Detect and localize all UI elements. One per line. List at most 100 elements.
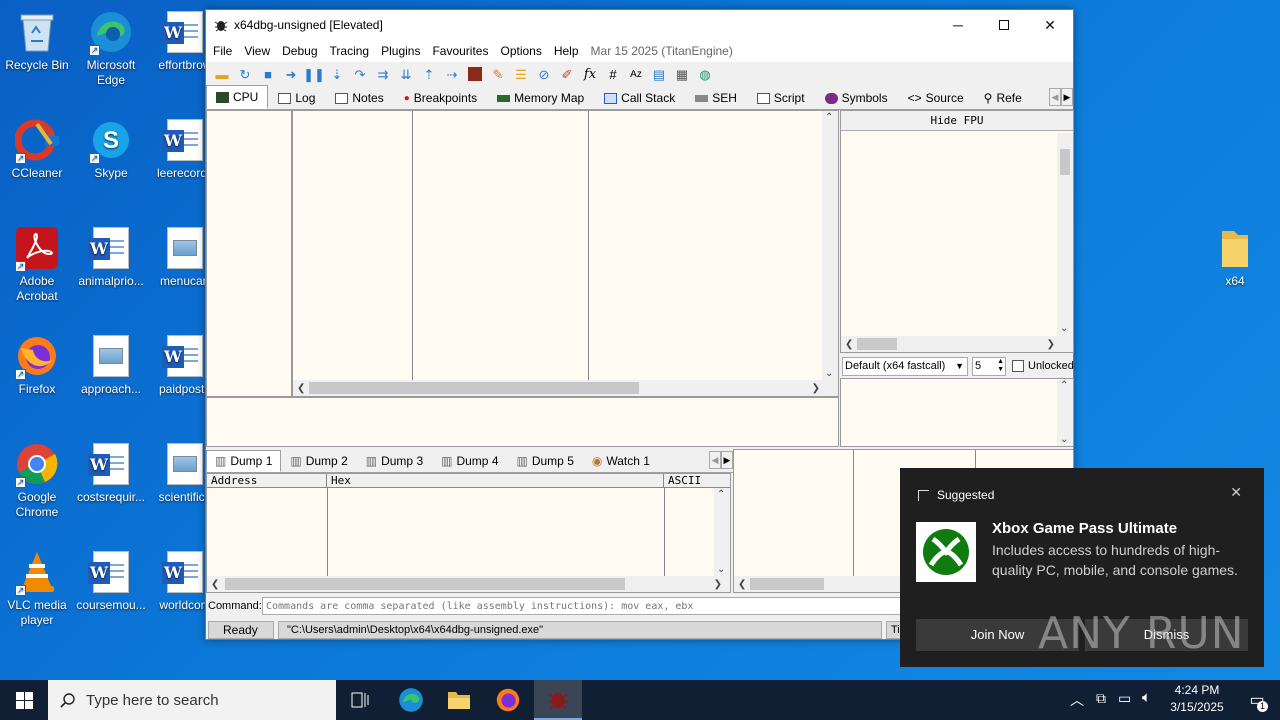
menu-favourites[interactable]: Favourites (428, 44, 496, 58)
taskbar-edge[interactable] (390, 680, 432, 720)
tab-seh[interactable]: SEH (685, 87, 747, 109)
comments-icon[interactable]: ☰ (511, 64, 531, 84)
run-to-user-code-icon[interactable]: ⇢ (442, 64, 462, 84)
minimize-button[interactable]: ─ (935, 10, 981, 40)
desktop-icon-edge[interactable]: ↗ Microsoft Edge (74, 10, 148, 88)
taskbar-search[interactable]: Type here to search (48, 680, 336, 720)
calculator-icon[interactable]: ▦ (672, 64, 692, 84)
action-center-button[interactable]: ▭ 1 (1234, 680, 1280, 720)
title-bar[interactable]: x64dbg-unsigned [Elevated] ─ ✕ (206, 10, 1073, 40)
desktop-icon-approach[interactable]: approach... (74, 334, 148, 397)
hide-fpu-button[interactable]: Hide FPU (841, 111, 1073, 131)
tab-cpu[interactable]: CPU (206, 85, 269, 109)
disasm-hscroll[interactable]: ❮ ❯ (293, 380, 838, 396)
tray-chevron-icon[interactable]: ︿ (1070, 690, 1084, 710)
col-address[interactable]: Address (207, 474, 327, 487)
word-doc-icon: W (88, 227, 129, 269)
taskbar-x64dbg[interactable] (534, 680, 582, 720)
menu-tracing[interactable]: Tracing (326, 44, 378, 58)
tab-dump-2[interactable]: ▥ Dump 2 (281, 450, 356, 472)
open-icon[interactable]: ▬ (212, 64, 232, 84)
tab-call-stack[interactable]: Call Stack (594, 87, 685, 109)
start-button[interactable] (0, 680, 48, 720)
taskbar-explorer[interactable] (438, 680, 480, 720)
col-ascii[interactable]: ASCII (664, 474, 701, 487)
callconv-select[interactable]: Default (x64 fastcall) ▼ (842, 356, 968, 376)
toast-close-button[interactable]: ✕ (1230, 484, 1242, 501)
desktop-icon-firefox[interactable]: ↗ Firefox (0, 334, 74, 397)
menu-options[interactable]: Options (496, 44, 549, 58)
dump-hscroll[interactable]: ❮ ❯ (207, 576, 730, 592)
task-view-button[interactable] (340, 680, 380, 720)
col-hex[interactable]: Hex (327, 474, 664, 487)
desktop-icon-vlc[interactable]: ↗ VLC media player (0, 550, 74, 628)
functions-icon[interactable]: fx (580, 64, 600, 84)
watch-icon: ◉ (591, 454, 603, 468)
globe-icon[interactable]: ◍ (695, 64, 715, 84)
disasm-vscroll[interactable]: ⌃ ⌄ (822, 111, 838, 380)
tab-symbols[interactable]: Symbols (815, 87, 898, 109)
desktop-icon-recycle-bin[interactable]: Recycle Bin (0, 10, 74, 73)
menu-help[interactable]: Help (550, 44, 587, 58)
dump-tabs-scroll-left[interactable]: ◀ (709, 451, 721, 469)
desktop-icon-ccleaner[interactable]: ↗ CCleaner (0, 118, 74, 181)
menu-plugins[interactable]: Plugins (377, 44, 428, 58)
close-button[interactable]: ✕ (1027, 10, 1073, 40)
hash-icon[interactable]: # (603, 64, 623, 84)
tab-references[interactable]: ⚲ Refe (974, 87, 1025, 109)
desktop-icon-animalprio[interactable]: W animalprio... (74, 226, 148, 289)
disassembly-pane[interactable]: ⌃ ⌄ ❮ ❯ (292, 110, 839, 397)
taskbar-firefox[interactable] (487, 680, 529, 720)
desktop-icon-chrome[interactable]: ↗ Google Chrome (0, 442, 74, 520)
tab-dump-5[interactable]: ▥ Dump 5 (508, 450, 583, 472)
dump-pane[interactable]: Address Hex ASCII ⌃ ⌄ ❮ ❯ (206, 473, 731, 593)
tab-log[interactable]: Log (268, 87, 325, 109)
trace-into-icon[interactable]: ⇉ (373, 64, 393, 84)
tab-dump-3[interactable]: ▥ Dump 3 (357, 450, 432, 472)
scylla-icon[interactable] (465, 64, 485, 84)
tray-volume-icon[interactable]: 🔈︎ (1142, 689, 1151, 706)
step-into-icon[interactable]: ⇣ (327, 64, 347, 84)
labels-icon[interactable]: ⊘ (534, 64, 554, 84)
tab-watch-1[interactable]: ◉ Watch 1 (583, 450, 659, 472)
trace-over-icon[interactable]: ⇊ (396, 64, 416, 84)
desktop-icon-costsrequir[interactable]: W costsrequir... (74, 442, 148, 505)
tabs-scroll-left[interactable]: ◀ (1049, 88, 1061, 106)
restart-icon[interactable]: ↻ (235, 64, 255, 84)
menu-file[interactable]: File (209, 44, 240, 58)
desktop-icon-x64-folder[interactable]: x64 (1198, 226, 1272, 289)
stop-icon[interactable]: ■ (258, 64, 278, 84)
strings-icon[interactable]: Aᴢ (626, 64, 646, 84)
clock[interactable]: 4:24 PM 3/15/2025 (1162, 682, 1232, 716)
patch-icon[interactable]: ✎ (488, 64, 508, 84)
tray-network-icon[interactable]: ▭ (1118, 690, 1131, 707)
run-icon[interactable]: ➜ (281, 64, 301, 84)
bookmarks-icon[interactable]: ✐ (557, 64, 577, 84)
menu-view[interactable]: View (240, 44, 278, 58)
menu-debug[interactable]: Debug (278, 44, 325, 58)
pause-icon[interactable]: ❚❚ (303, 64, 325, 84)
references-icon[interactable]: ▤ (649, 64, 669, 84)
registers-vscroll[interactable]: ⌄ (1057, 133, 1073, 336)
execute-till-return-icon[interactable]: ⇡ (419, 64, 439, 84)
desktop-icon-skype[interactable]: S ↗ Skype (74, 118, 148, 181)
unlocked-checkbox[interactable] (1012, 360, 1024, 372)
desktop-icon-acrobat[interactable]: ↗ Adobe Acrobat (0, 226, 74, 304)
tab-source[interactable]: <> Source (898, 87, 974, 109)
dump-tabs-scroll-right[interactable]: ▶ (721, 451, 733, 469)
anyrun-watermark: ANY RUN (1038, 608, 1245, 659)
tab-breakpoints[interactable]: ● Breakpoints (394, 87, 487, 109)
tabs-scroll-right[interactable]: ▶ (1061, 88, 1073, 106)
desktop-icon-coursemou[interactable]: W coursemou... (74, 550, 148, 613)
registers-hscroll[interactable]: ❮ ❯ (841, 336, 1073, 352)
maximize-button[interactable] (981, 10, 1027, 40)
dump-vscroll[interactable]: ⌃ ⌄ (714, 488, 730, 576)
tab-notes[interactable]: Notes (325, 87, 393, 109)
tab-memory-map[interactable]: Memory Map (487, 87, 594, 109)
tab-script[interactable]: Script (747, 87, 815, 109)
tray-device-icon[interactable]: ⧉ (1096, 690, 1106, 707)
tab-dump-4[interactable]: ▥ Dump 4 (432, 450, 507, 472)
step-over-icon[interactable]: ↷ (350, 64, 370, 84)
tab-dump-1[interactable]: ▥ Dump 1 (206, 450, 282, 472)
argcount-stepper[interactable]: 5 ▲ ▼ (972, 356, 1006, 376)
